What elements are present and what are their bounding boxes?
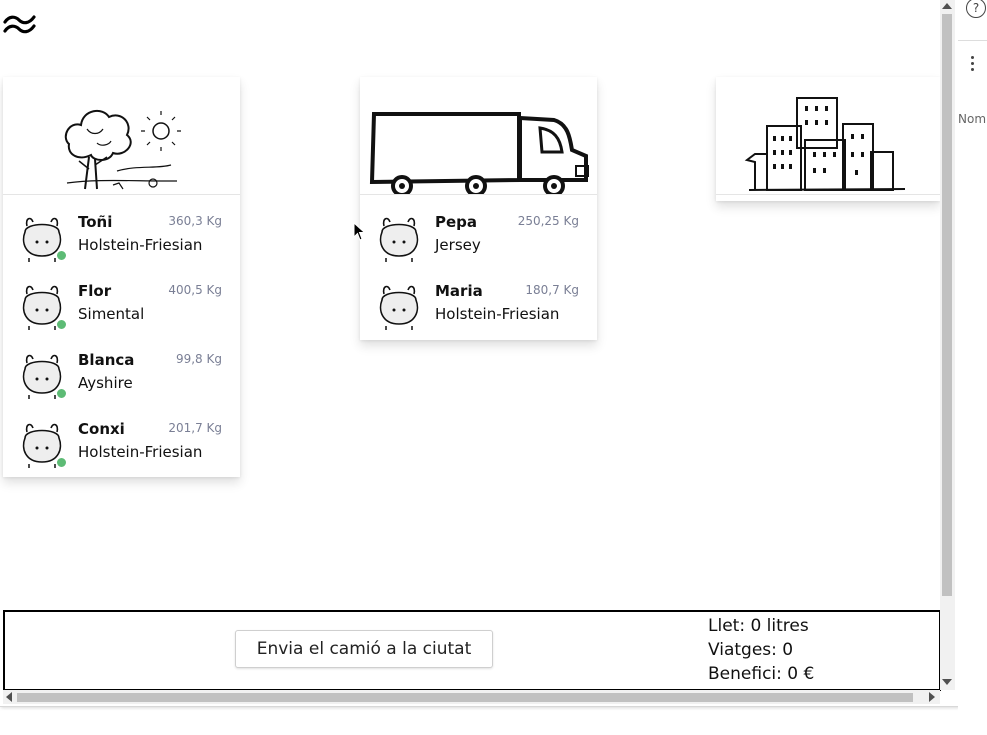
truck-card: Pepa Jersey 250,25 Kg Maria Holstein-Fri…: [360, 77, 597, 340]
help-icon[interactable]: ?: [966, 0, 986, 18]
cow-weight: 400,5 Kg: [168, 283, 222, 297]
city-image: [716, 77, 940, 195]
cow-item[interactable]: Conxi Holstein-Friesian 201,7 Kg: [3, 402, 240, 471]
status-dot: [56, 388, 67, 399]
scroll-up-icon[interactable]: [942, 3, 952, 9]
cow-item[interactable]: Pepa Jersey 250,25 Kg: [360, 195, 597, 264]
city-buildings-illustration-icon: [744, 97, 906, 191]
trips-stat: Viatges: 0: [708, 640, 794, 660]
name-label: Nom: [958, 112, 987, 126]
cow-avatar-icon: [379, 285, 419, 330]
horizontal-scroll-thumb[interactable]: [17, 693, 913, 702]
vertical-scrollbar[interactable]: [940, 0, 955, 690]
truck-cow-list: Pepa Jersey 250,25 Kg Maria Holstein-Fri…: [360, 195, 597, 333]
farm-cow-list: Toñi Holstein-Friesian 360,3 Kg Flor Sim…: [3, 195, 240, 471]
cow-avatar-icon: [379, 217, 419, 262]
city-card: [716, 77, 940, 201]
cow-name: Pepa: [435, 213, 478, 231]
cow-weight: 360,3 Kg: [168, 214, 222, 228]
scroll-left-icon[interactable]: [6, 692, 12, 702]
cow-breed: Ayshire: [78, 374, 133, 392]
milk-stat: Llet: 0 litres: [708, 616, 809, 636]
app-window: Toñi Holstein-Friesian 360,3 Kg Flor Sim…: [0, 0, 959, 707]
divider: [958, 40, 987, 41]
scroll-right-icon[interactable]: [929, 692, 935, 702]
stats-panel: Llet: 0 litres Viatges: 0 Benefici: 0 €: [708, 614, 814, 686]
cow-name: Toñi: [78, 213, 113, 231]
truck-image: [360, 77, 597, 195]
more-options-icon[interactable]: [971, 56, 975, 74]
status-dot: [56, 319, 67, 330]
farm-card: Toñi Holstein-Friesian 360,3 Kg Flor Sim…: [3, 77, 240, 477]
send-truck-button[interactable]: Envia el camió a la ciutat: [235, 630, 493, 668]
profit-stat: Benefici: 0 €: [708, 664, 815, 684]
cow-weight: 180,7 Kg: [525, 283, 579, 297]
tree-sun-illustration-icon: [64, 109, 181, 190]
cow-weight: 99,8 Kg: [175, 352, 222, 366]
cow-item[interactable]: Flor Simental 400,5 Kg: [3, 264, 240, 333]
footer-bar: Envia el camió a la ciutat Llet: 0 litre…: [3, 610, 941, 691]
vertical-scroll-thumb[interactable]: [942, 14, 952, 596]
cow-name: Conxi: [78, 420, 125, 438]
cow-breed: Simental: [78, 305, 145, 323]
scroll-down-icon[interactable]: [942, 679, 952, 685]
cow-item[interactable]: Blanca Ayshire 99,8 Kg: [3, 333, 240, 402]
cow-item[interactable]: Maria Holstein-Friesian 180,7 Kg: [360, 264, 597, 333]
cow-name: Flor: [78, 282, 112, 300]
wave-logo-icon: [3, 15, 36, 34]
status-dot: [56, 250, 67, 261]
cow-name: Blanca: [78, 351, 135, 369]
cow-breed: Jersey: [435, 236, 481, 254]
horizontal-scrollbar[interactable]: [3, 690, 940, 704]
status-dot: [56, 457, 67, 468]
mouse-cursor-icon: [353, 222, 366, 241]
cow-weight: 250,25 Kg: [517, 214, 579, 228]
cow-breed: Holstein-Friesian: [78, 236, 203, 254]
truck-illustration-icon: [369, 112, 589, 194]
cow-breed: Holstein-Friesian: [435, 305, 560, 323]
farm-image: [3, 77, 240, 195]
cow-item[interactable]: Toñi Holstein-Friesian 360,3 Kg: [3, 195, 240, 264]
side-panel: ? Nom: [958, 0, 987, 735]
cow-name: Maria: [435, 282, 483, 300]
cow-breed: Holstein-Friesian: [78, 443, 203, 461]
cow-weight: 201,7 Kg: [168, 421, 222, 435]
